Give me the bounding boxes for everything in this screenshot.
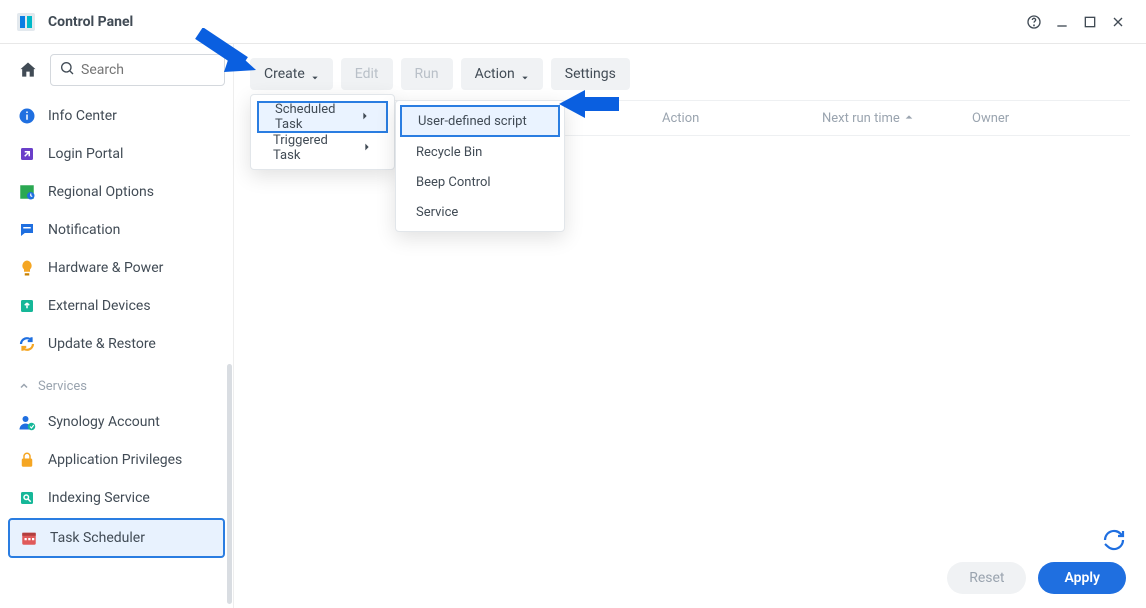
submenu-item-user-defined-script[interactable]: User-defined script [400,105,560,137]
toolbar: Create Scheduled Task Triggered Task [250,56,1130,92]
chevron-right-icon [360,110,370,125]
minimize-button[interactable] [1048,8,1076,36]
menu-item-label: Scheduled Task [275,102,344,132]
submenu-item-service[interactable]: Service [400,197,560,227]
menu-item-triggered-task[interactable]: Triggered Task [257,133,388,163]
sidebar: Info Center Login Portal Regional Option… [0,44,234,608]
titlebar: Control Panel [0,0,1146,44]
main-content: Create Scheduled Task Triggered Task [234,44,1146,608]
lock-icon [18,451,36,469]
col-owner[interactable]: Owner [960,111,1090,126]
maximize-button[interactable] [1076,8,1104,36]
settings-button[interactable]: Settings [551,58,630,90]
scheduled-task-submenu: User-defined script Recycle Bin Beep Con… [395,100,565,232]
edit-button[interactable]: Edit [341,58,393,90]
col-owner-label: Owner [972,111,1009,126]
refresh-button[interactable] [1102,528,1126,552]
help-button[interactable] [1020,8,1048,36]
info-icon [18,107,36,125]
services-header-label: Services [38,379,87,394]
menu-item-label: Triggered Task [273,133,346,163]
close-button[interactable] [1104,8,1132,36]
edit-button-label: Edit [355,66,379,82]
calendar-icon [20,529,38,547]
sidebar-item-label: Update & Restore [48,336,156,352]
account-icon [18,413,36,431]
sidebar-item-label: Info Center [48,108,117,124]
sidebar-item-regional-options[interactable]: Regional Options [8,174,225,210]
submenu-item-label: Recycle Bin [416,145,482,160]
create-button-label: Create [264,66,305,82]
submenu-item-label: User-defined script [418,114,527,129]
sidebar-item-label: Login Portal [48,146,123,162]
sidebar-item-indexing-service[interactable]: Indexing Service [8,480,225,516]
chevron-right-icon [362,141,372,156]
footer: Reset Apply [947,562,1126,594]
caret-down-icon [521,70,529,78]
chat-icon [18,221,36,239]
run-button-label: Run [415,66,439,82]
bulb-icon [18,259,36,277]
sidebar-item-external-devices[interactable]: External Devices [8,288,225,324]
sidebar-item-login-portal[interactable]: Login Portal [8,136,225,172]
sidebar-item-label: External Devices [48,298,151,314]
create-menu: Scheduled Task Triggered Task [250,94,395,170]
menu-item-scheduled-task[interactable]: Scheduled Task [257,101,388,133]
sidebar-item-label: Task Scheduler [50,530,145,546]
portal-icon [18,145,36,163]
sidebar-item-info-center[interactable]: Info Center [8,98,225,134]
submenu-item-label: Service [416,205,458,220]
sort-asc-icon [904,111,914,126]
sidebar-scrollbar[interactable] [227,364,232,604]
globe-icon [18,183,36,201]
submenu-item-label: Beep Control [416,175,491,190]
sidebar-item-label: Indexing Service [48,490,150,506]
sidebar-item-label: Hardware & Power [48,260,163,276]
sidebar-item-label: Notification [48,222,120,238]
sidebar-item-hardware-power[interactable]: Hardware & Power [8,250,225,286]
col-next-run-time[interactable]: Next run time [810,111,960,126]
home-button[interactable] [12,54,44,86]
caret-down-icon [311,70,319,78]
annotation-arrow-create [194,28,264,78]
apply-button[interactable]: Apply [1038,562,1126,594]
sidebar-item-label: Regional Options [48,184,154,200]
annotation-arrow-submenu [559,88,619,118]
sidebar-item-update-restore[interactable]: Update & Restore [8,326,225,362]
sidebar-item-synology-account[interactable]: Synology Account [8,404,225,440]
col-action-label: Action [662,111,699,126]
sidebar-item-task-scheduler[interactable]: Task Scheduler [8,518,225,558]
action-button[interactable]: Action [461,58,543,90]
upload-icon [18,297,36,315]
sidebar-item-notification[interactable]: Notification [8,212,225,248]
sidebar-item-application-privileges[interactable]: Application Privileges [8,442,225,478]
index-icon [18,489,36,507]
settings-button-label: Settings [565,66,616,82]
services-header[interactable]: Services [8,370,225,402]
col-action[interactable]: Action [650,111,810,126]
action-button-label: Action [475,66,515,82]
apply-button-label: Apply [1064,570,1100,586]
app-icon [14,10,38,34]
reset-button[interactable]: Reset [947,562,1026,594]
run-button[interactable]: Run [401,58,453,90]
sidebar-item-label: Application Privileges [48,452,182,468]
sidebar-item-label: Synology Account [48,414,160,430]
reset-button-label: Reset [969,570,1004,586]
submenu-item-beep-control[interactable]: Beep Control [400,167,560,197]
sync-icon [18,335,36,353]
search-icon [59,60,75,80]
col-next-run-label: Next run time [822,111,900,126]
submenu-item-recycle-bin[interactable]: Recycle Bin [400,137,560,167]
